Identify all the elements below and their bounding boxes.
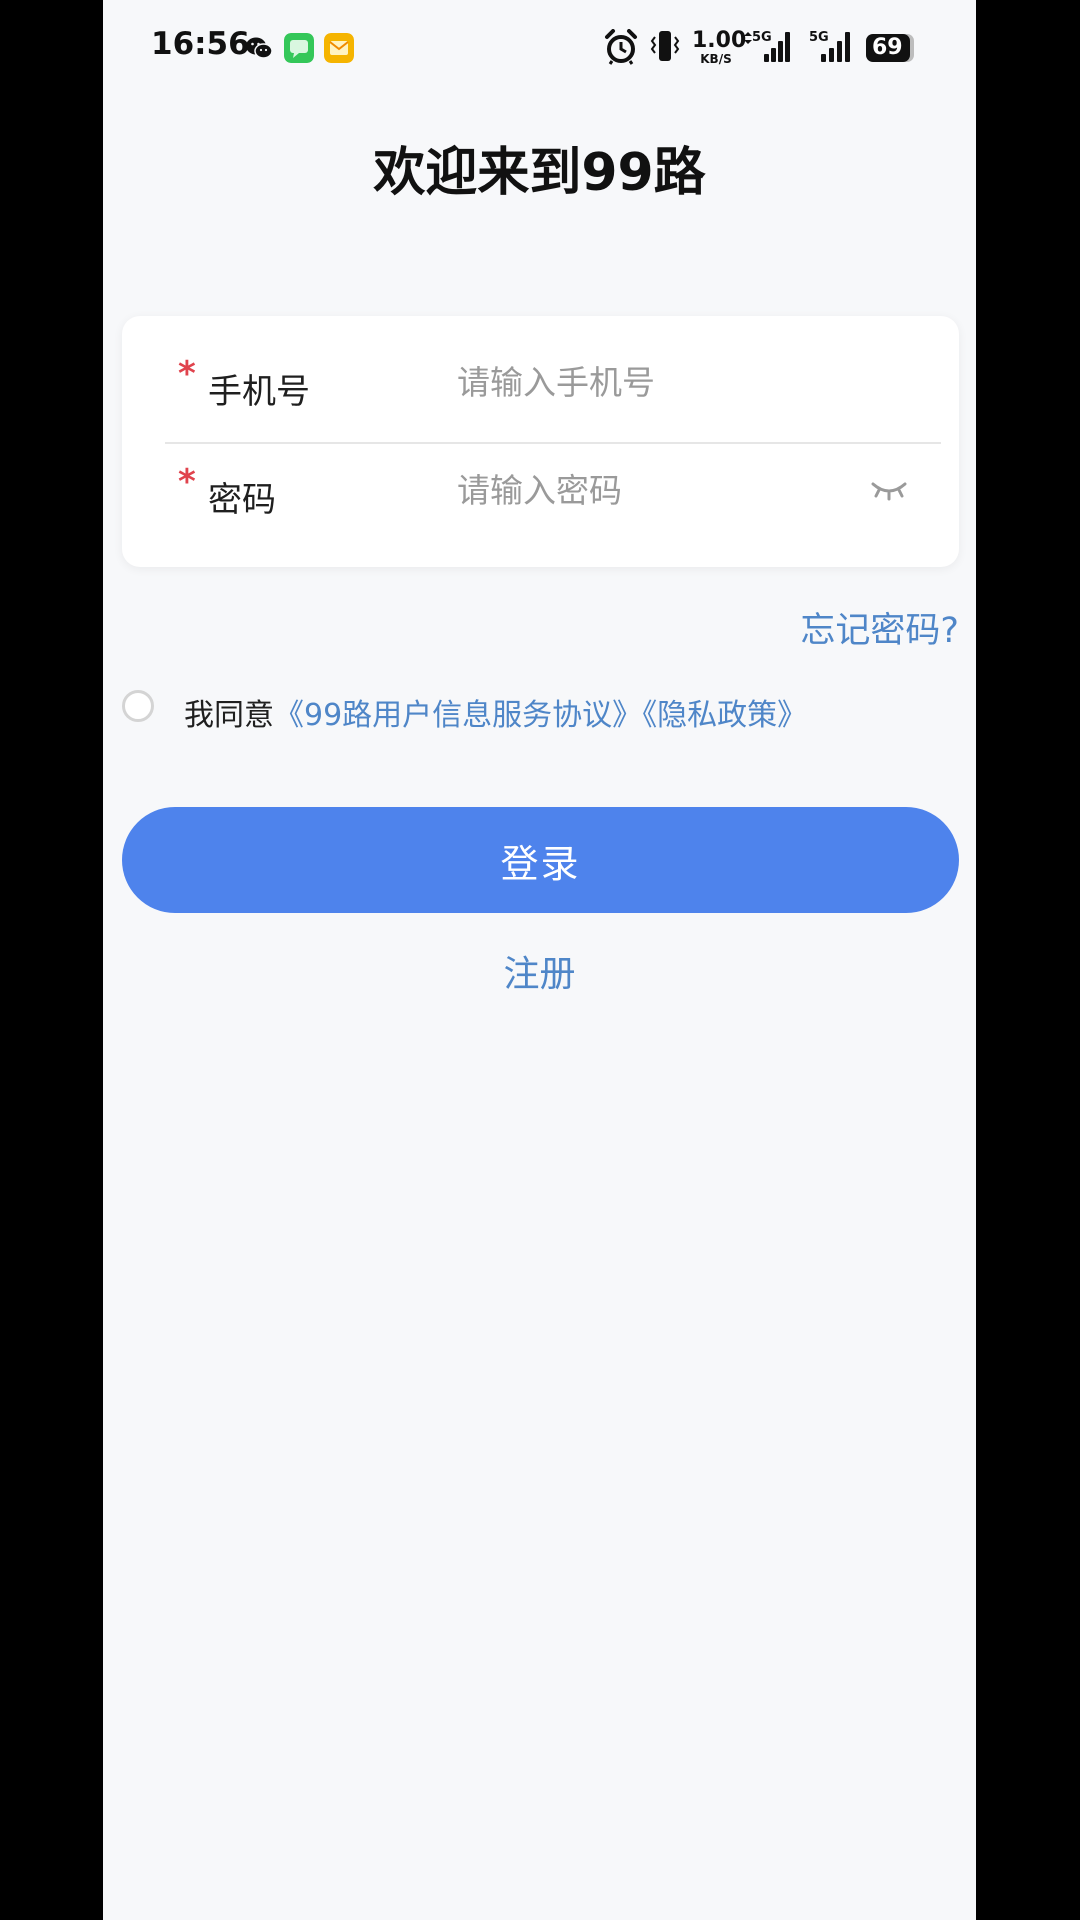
signal-bar [771, 48, 776, 62]
signal-bar [778, 41, 783, 62]
agreement-row: 我同意《99路用户信息服务协议》《隐私政策》 [122, 686, 962, 734]
password-label: 密码 [208, 480, 276, 520]
status-bar: 16:56 1.00 KB/S 5G 5G 69 [103, 0, 976, 96]
password-row: * 密码 [122, 434, 959, 546]
battery-level: 69 [866, 34, 910, 62]
status-time: 16:56 [151, 26, 250, 62]
password-input[interactable] [457, 464, 837, 516]
login-form-card: * 手机号 * 密码 [122, 316, 959, 567]
signal-bar [785, 32, 790, 62]
login-button[interactable]: 登录 [122, 807, 959, 913]
page-title: 欢迎来到99路 [373, 143, 706, 203]
mail-icon [324, 33, 354, 63]
login-screen: 16:56 1.00 KB/S 5G 5G 69 欢迎来到99路 * 手机号 请… [103, 0, 976, 1920]
data-arrows-icon [744, 32, 752, 44]
vibrate-icon [650, 31, 680, 61]
agreement-text: 我同意《99路用户信息服务协议》《隐私政策》 [184, 690, 807, 734]
network-speed: 1.00 KB/S [692, 28, 747, 66]
register-link[interactable]: 注册 [103, 945, 976, 997]
signal-bar [829, 48, 834, 62]
signal-1: 5G [744, 30, 790, 64]
agreement-prefix: 我同意 [184, 698, 274, 733]
wechat-icon [246, 37, 273, 59]
signal-bar [764, 54, 769, 62]
signal-bar [837, 41, 842, 62]
required-mark: * [178, 354, 196, 394]
signal-2: 5G [809, 30, 853, 64]
battery-indicator: 69 [866, 34, 916, 62]
signal-bar [821, 54, 826, 62]
phone-label: 手机号 [208, 372, 310, 412]
forgot-password-link[interactable]: 忘记密码? [800, 602, 959, 653]
agreement-radio[interactable] [122, 690, 154, 722]
messages-icon [284, 33, 314, 63]
alarm-icon [605, 29, 637, 65]
privacy-policy-link[interactable]: 《隐私政策》 [642, 698, 807, 733]
user-agreement-link[interactable]: 《99路用户信息服务协议》 [274, 698, 642, 733]
phone-input[interactable] [457, 356, 837, 408]
phone-row: * 手机号 [122, 326, 959, 438]
required-mark: * [178, 462, 196, 502]
eye-closed-icon[interactable] [870, 478, 908, 502]
signal-bar [845, 32, 850, 62]
